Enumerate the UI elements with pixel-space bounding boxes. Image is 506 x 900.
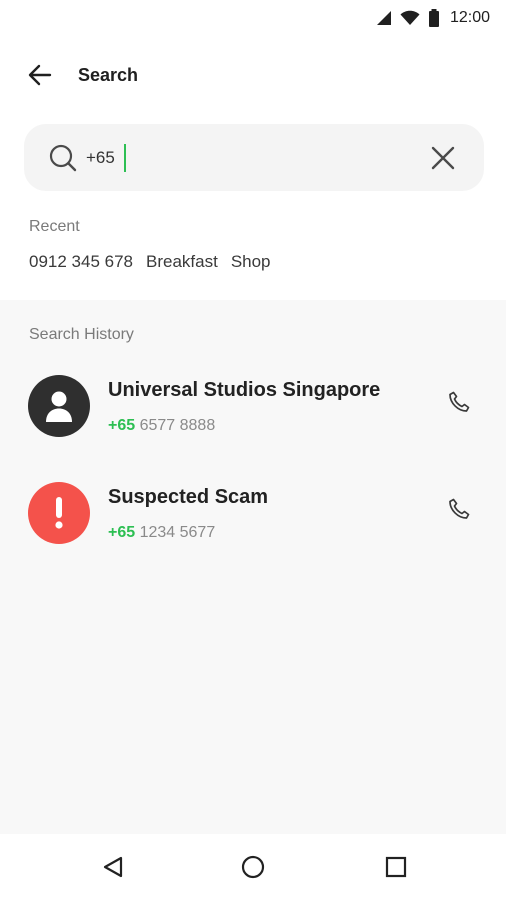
recent-item[interactable]: 0912 345 678	[29, 252, 133, 272]
phone-icon	[449, 391, 470, 412]
exclamation-icon	[55, 497, 63, 529]
recent-list: 0912 345 678 Breakfast Shop	[29, 252, 271, 272]
country-code: +65	[108, 524, 136, 541]
phone-number: 1234 5677	[139, 524, 216, 541]
back-button[interactable]	[20, 55, 60, 95]
nav-back-button[interactable]	[98, 852, 128, 882]
country-code: +65	[108, 417, 136, 434]
recent-item[interactable]: Breakfast	[146, 252, 218, 272]
close-icon	[431, 146, 455, 169]
call-button[interactable]	[444, 494, 474, 524]
search-icon	[48, 143, 78, 173]
nav-recents-button[interactable]	[381, 852, 411, 882]
search-history-panel: Search History Universal Studios Singapo…	[0, 300, 506, 834]
history-item-universal-studios[interactable]: Universal Studios Singapore +65 6577 888…	[0, 375, 506, 455]
cellular-signal-icon	[376, 11, 391, 25]
toolbar: Search	[0, 50, 506, 100]
phone-icon	[449, 498, 470, 519]
call-button[interactable]	[444, 387, 474, 417]
text-cursor	[124, 143, 126, 172]
status-bar: 12:00	[0, 0, 506, 36]
recent-item[interactable]: Shop	[231, 252, 271, 272]
search-bar[interactable]	[24, 124, 484, 191]
arrow-left-icon	[28, 64, 52, 86]
wifi-icon	[400, 10, 420, 25]
history-item-suspected-scam[interactable]: Suspected Scam +65 1234 5677	[0, 482, 506, 562]
contact-name: Suspected Scam	[108, 486, 269, 508]
contact-number: +65 1234 5677	[108, 524, 215, 542]
search-history-label: Search History	[29, 326, 134, 343]
avatar	[28, 375, 90, 437]
navigation-bar	[0, 834, 506, 900]
home-circle-icon	[241, 855, 265, 879]
contact-number: +65 6577 8888	[108, 417, 215, 435]
phone-number: 6577 8888	[139, 417, 216, 434]
recent-label: Recent	[29, 218, 80, 235]
recents-square-icon	[385, 856, 407, 878]
search-input[interactable]	[86, 142, 126, 173]
status-time: 12:00	[449, 9, 490, 26]
nav-home-button[interactable]	[238, 852, 268, 882]
person-icon	[46, 391, 72, 422]
clear-search-button[interactable]	[428, 143, 458, 173]
back-triangle-icon	[103, 856, 123, 878]
battery-icon	[428, 9, 439, 27]
contact-name: Universal Studios Singapore	[108, 379, 381, 401]
avatar	[28, 482, 90, 544]
page-title: Search	[78, 64, 139, 85]
